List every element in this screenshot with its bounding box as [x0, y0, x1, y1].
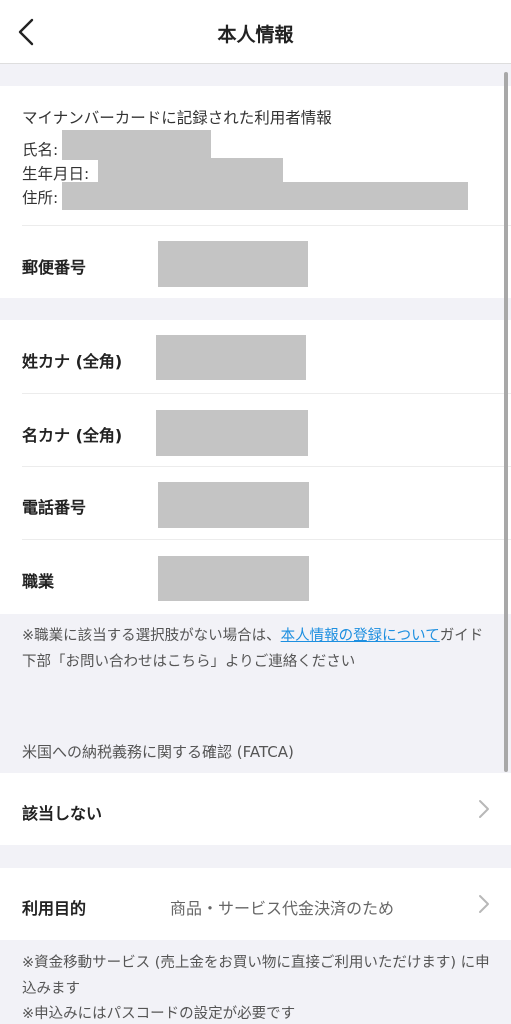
mynumber-info-card: マイナンバーカードに記録された利用者情報 氏名: 生年月日: 住所: 郵便番号 — [0, 86, 511, 298]
mynumber-card-title: マイナンバーカードに記録された利用者情報 — [22, 109, 332, 127]
occupation-note-prefix: ※職業に該当する選択肢がない場合は、 — [22, 628, 281, 644]
divider — [22, 393, 511, 394]
address-redacted — [62, 182, 468, 210]
purpose-value: 商品・サービス代金決済のため — [170, 899, 395, 918]
occupation-redacted[interactable] — [158, 556, 309, 601]
phone-number-label: 電話番号 — [22, 498, 87, 517]
postal-code-redacted[interactable] — [158, 241, 308, 287]
birthdate-redacted — [98, 158, 283, 184]
chevron-right-icon — [479, 895, 489, 913]
occupation-note: ※職業に該当する選択肢がない場合は、本人情報の登録についてガイド下部「お問い合わ… — [22, 623, 492, 675]
scrollbar[interactable] — [504, 72, 508, 772]
address-label: 住所: — [22, 189, 59, 207]
purpose-row[interactable]: 利用目的 商品・サービス代金決済のため — [0, 868, 511, 940]
fatca-value: 該当しない — [22, 804, 103, 823]
chevron-right-icon — [479, 800, 489, 818]
passcode-note: ※申込みにはパスコードの設定が必要です — [22, 1006, 296, 1022]
divider — [22, 225, 511, 226]
kana-first-name-label: 名カナ (全角) — [22, 426, 123, 445]
kana-first-name-redacted[interactable] — [156, 410, 308, 456]
name-label: 氏名: — [22, 141, 59, 159]
phone-number-redacted[interactable] — [158, 482, 309, 528]
fatca-row[interactable]: 該当しない — [0, 773, 511, 845]
fatca-section-header: 米国への納税義務に関する確認 (FATCA) — [22, 743, 294, 761]
occupation-label: 職業 — [22, 572, 55, 591]
profile-card: 姓カナ (全角) 名カナ (全角) 電話番号 職業 — [0, 320, 511, 614]
navigation-bar: 本人情報 — [0, 0, 511, 64]
birthdate-label: 生年月日: — [22, 165, 90, 183]
kana-last-name-redacted[interactable] — [156, 335, 306, 380]
name-redacted — [62, 130, 211, 160]
page-title: 本人情報 — [217, 24, 294, 46]
fund-transfer-note: ※資金移動サービス (売上金をお買い物に直接ご利用いただけます) に申込みます — [22, 955, 490, 997]
divider — [22, 539, 511, 540]
postal-code-label: 郵便番号 — [22, 258, 87, 277]
divider — [22, 466, 511, 467]
kana-last-name-label: 姓カナ (全角) — [22, 352, 123, 371]
registration-guide-link[interactable]: 本人情報の登録について — [281, 628, 440, 644]
screen: 本人情報 マイナンバーカードに記録された利用者情報 氏名: 生年月日: 住所: … — [0, 0, 511, 1024]
purpose-label: 利用目的 — [22, 899, 87, 918]
